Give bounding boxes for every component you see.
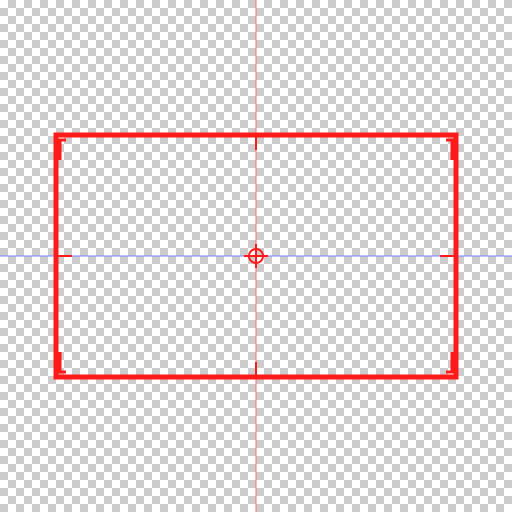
overlay-layer <box>0 0 512 512</box>
corner-tick-bottom-right[interactable] <box>446 352 454 374</box>
corner-tick-bottom-left[interactable] <box>58 352 66 374</box>
crosshair-circle-icon[interactable] <box>244 244 268 268</box>
transparency-canvas[interactable] <box>0 0 512 512</box>
corner-tick-top-left[interactable] <box>58 138 66 160</box>
corner-tick-top-right[interactable] <box>446 138 454 160</box>
